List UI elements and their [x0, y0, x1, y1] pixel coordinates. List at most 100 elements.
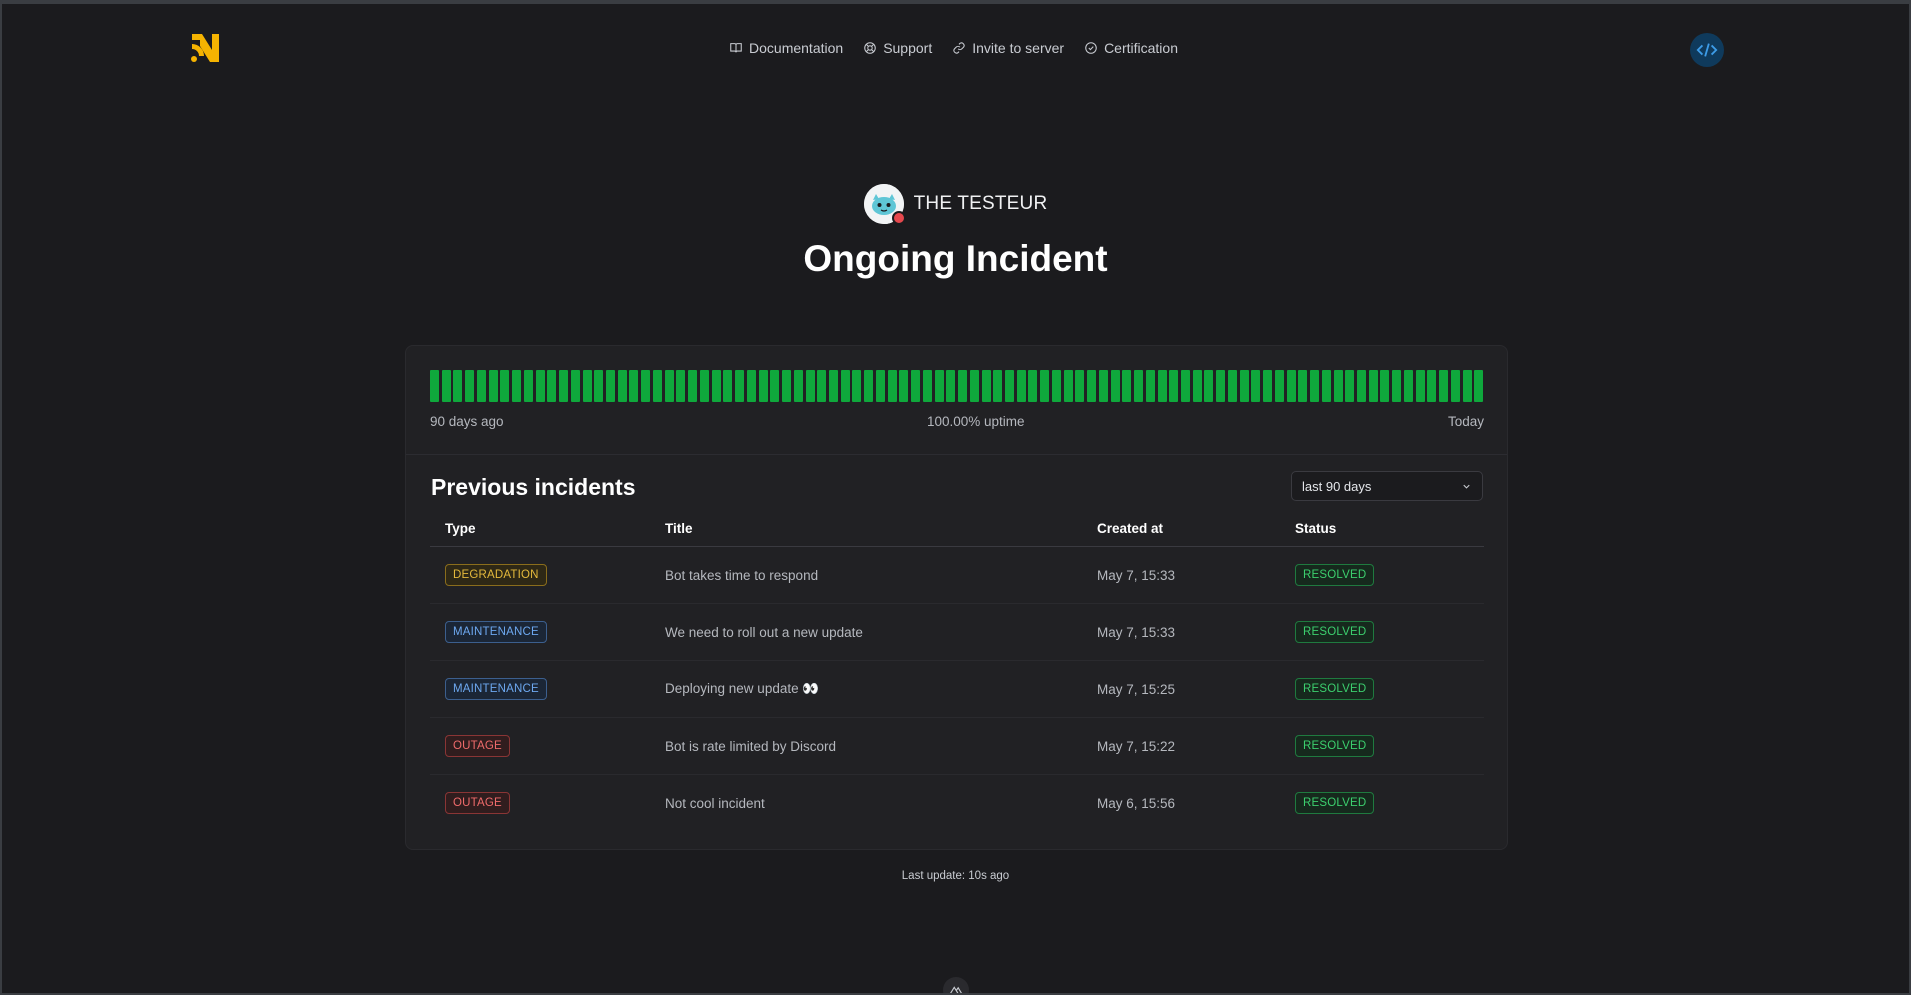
- uptime-day-bar[interactable]: [1368, 370, 1378, 402]
- uptime-day-bar[interactable]: [1051, 370, 1061, 402]
- uptime-day-bar[interactable]: [629, 370, 639, 402]
- uptime-day-bar[interactable]: [887, 370, 897, 402]
- uptime-day-bar[interactable]: [1181, 370, 1190, 402]
- uptime-day-bar[interactable]: [1474, 370, 1484, 402]
- uptime-day-bar[interactable]: [735, 370, 745, 402]
- uptime-day-bar[interactable]: [1216, 370, 1226, 402]
- uptime-day-bar[interactable]: [1227, 370, 1237, 402]
- uptime-day-bar[interactable]: [523, 370, 533, 402]
- uptime-day-bar[interactable]: [981, 370, 991, 402]
- uptime-day-bar[interactable]: [758, 370, 768, 402]
- uptime-day-bar[interactable]: [723, 370, 733, 402]
- uptime-day-bar[interactable]: [993, 370, 1003, 402]
- uptime-day-bar[interactable]: [1310, 370, 1320, 402]
- uptime-day-bar[interactable]: [1392, 370, 1402, 402]
- uptime-day-bar[interactable]: [617, 370, 627, 402]
- uptime-day-bar[interactable]: [559, 370, 569, 402]
- uptime-day-bar[interactable]: [1204, 370, 1214, 402]
- nav-documentation-link[interactable]: Documentation: [729, 40, 843, 56]
- nav-invite-link[interactable]: Invite to server: [952, 40, 1064, 56]
- uptime-day-bar[interactable]: [1016, 370, 1026, 402]
- uptime-day-bar[interactable]: [1462, 370, 1472, 402]
- uptime-day-bar[interactable]: [1415, 370, 1425, 402]
- uptime-day-bar[interactable]: [864, 370, 874, 402]
- uptime-day-bar[interactable]: [1357, 370, 1367, 402]
- uptime-day-bar[interactable]: [652, 370, 662, 402]
- uptime-day-bar[interactable]: [488, 370, 498, 402]
- nav-support-link[interactable]: Support: [863, 40, 932, 56]
- table-row[interactable]: DEGRADATION Bot takes time to respond Ma…: [430, 547, 1484, 604]
- uptime-day-bar[interactable]: [1427, 370, 1437, 402]
- uptime-day-bar[interactable]: [746, 370, 756, 402]
- uptime-day-bar[interactable]: [1263, 370, 1273, 402]
- uptime-day-bar[interactable]: [1251, 370, 1261, 402]
- uptime-day-bar[interactable]: [688, 370, 698, 402]
- uptime-day-bar[interactable]: [1122, 370, 1132, 402]
- uptime-day-bar[interactable]: [1075, 370, 1085, 402]
- uptime-day-bar[interactable]: [1239, 370, 1249, 402]
- uptime-day-bar[interactable]: [946, 370, 956, 402]
- user-avatar[interactable]: [1690, 33, 1724, 67]
- uptime-day-bar[interactable]: [1098, 370, 1108, 402]
- uptime-day-bar[interactable]: [969, 370, 979, 402]
- uptime-day-bar[interactable]: [1040, 370, 1050, 402]
- uptime-day-bar[interactable]: [594, 370, 604, 402]
- uptime-day-bar[interactable]: [453, 370, 463, 402]
- uptime-day-bar[interactable]: [1321, 370, 1331, 402]
- uptime-day-bar[interactable]: [1274, 370, 1284, 402]
- uptime-day-bar[interactable]: [676, 370, 686, 402]
- uptime-day-bar[interactable]: [1192, 370, 1202, 402]
- table-row[interactable]: OUTAGE Not cool incident May 6, 15:56 RE…: [430, 775, 1484, 831]
- uptime-day-bar[interactable]: [476, 370, 486, 402]
- uptime-day-bar[interactable]: [711, 370, 721, 402]
- uptime-day-bar[interactable]: [1380, 370, 1390, 402]
- uptime-day-bar[interactable]: [1298, 370, 1308, 402]
- uptime-day-bar[interactable]: [606, 370, 616, 402]
- uptime-day-bar[interactable]: [1028, 370, 1038, 402]
- uptime-day-bar[interactable]: [793, 370, 803, 402]
- uptime-day-bar[interactable]: [782, 370, 792, 402]
- nav-certification-link[interactable]: Certification: [1084, 40, 1178, 56]
- table-row[interactable]: OUTAGE Bot is rate limited by Discord Ma…: [430, 718, 1484, 775]
- uptime-day-bar[interactable]: [441, 370, 451, 402]
- uptime-day-bar[interactable]: [547, 370, 557, 402]
- uptime-day-bar[interactable]: [582, 370, 592, 402]
- uptime-day-bar[interactable]: [664, 370, 674, 402]
- uptime-day-bar[interactable]: [1403, 370, 1413, 402]
- uptime-day-bar[interactable]: [875, 370, 885, 402]
- uptime-day-bar[interactable]: [1110, 370, 1120, 402]
- nuxt-logo-icon[interactable]: [943, 977, 969, 993]
- uptime-day-bar[interactable]: [934, 370, 944, 402]
- uptime-day-bar[interactable]: [817, 370, 827, 402]
- uptime-day-bar[interactable]: [1087, 370, 1097, 402]
- uptime-day-bar[interactable]: [840, 370, 850, 402]
- uptime-day-bar[interactable]: [535, 370, 545, 402]
- uptime-day-bar[interactable]: [1333, 370, 1343, 402]
- uptime-day-bar[interactable]: [922, 370, 932, 402]
- uptime-day-bar[interactable]: [1063, 370, 1073, 402]
- uptime-day-bar[interactable]: [805, 370, 815, 402]
- uptime-day-bar[interactable]: [1439, 370, 1449, 402]
- uptime-day-bar[interactable]: [1145, 370, 1155, 402]
- uptime-day-bar[interactable]: [699, 370, 709, 402]
- uptime-day-bar[interactable]: [1286, 370, 1296, 402]
- uptime-day-bar[interactable]: [1169, 370, 1179, 402]
- range-select[interactable]: last 90 days: [1291, 471, 1483, 501]
- uptime-day-bar[interactable]: [828, 370, 838, 402]
- uptime-day-bar[interactable]: [1004, 370, 1014, 402]
- uptime-day-bar[interactable]: [1157, 370, 1167, 402]
- uptime-day-bar[interactable]: [500, 370, 510, 402]
- uptime-day-bar[interactable]: [465, 370, 475, 402]
- uptime-day-bar[interactable]: [770, 370, 780, 402]
- uptime-day-bar[interactable]: [899, 370, 909, 402]
- table-row[interactable]: MAINTENANCE Deploying new update 👀 May 7…: [430, 661, 1484, 718]
- uptime-day-bar[interactable]: [570, 370, 580, 402]
- uptime-day-bar[interactable]: [1134, 370, 1144, 402]
- table-row[interactable]: MAINTENANCE We need to roll out a new up…: [430, 604, 1484, 661]
- uptime-day-bar[interactable]: [512, 370, 522, 402]
- uptime-day-bar[interactable]: [1345, 370, 1355, 402]
- uptime-day-bar[interactable]: [958, 370, 968, 402]
- uptime-day-bar[interactable]: [1450, 370, 1460, 402]
- uptime-day-bar[interactable]: [430, 370, 439, 402]
- uptime-day-bar[interactable]: [641, 370, 651, 402]
